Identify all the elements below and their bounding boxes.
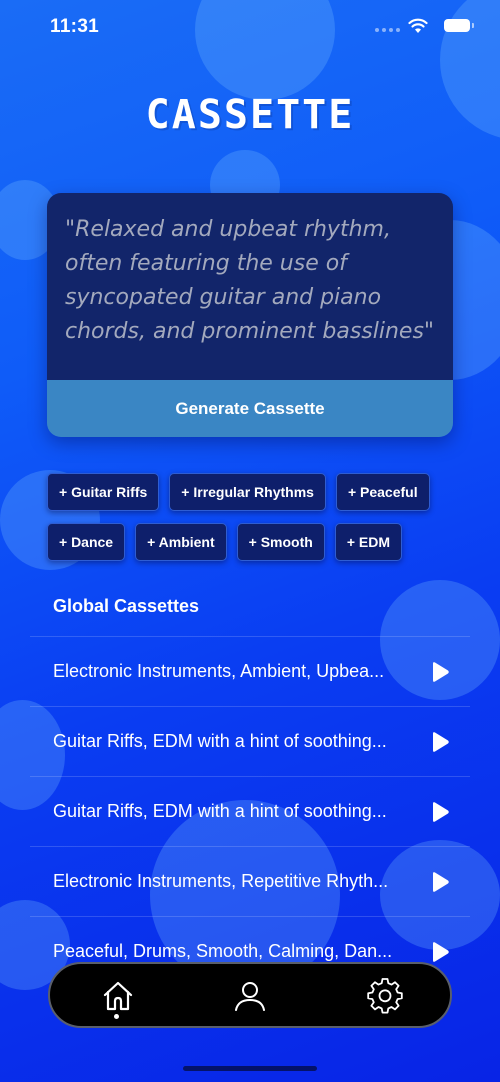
active-tab-indicator	[114, 1014, 119, 1019]
play-icon[interactable]	[430, 801, 450, 823]
tag-chip-ambient[interactable]: + Ambient	[135, 523, 227, 561]
tag-chip-dance[interactable]: + Dance	[47, 523, 126, 561]
home-icon[interactable]	[98, 976, 138, 1016]
list-item[interactable]: Guitar Riffs, EDM with a hint of soothin…	[30, 776, 470, 846]
prompt-input[interactable]: "Relaxed and upbeat rhythm, often featur…	[47, 193, 453, 380]
battery-icon	[444, 19, 474, 32]
app-screen: 11:31 CASSETTE "Relaxed and upbeat rhyth…	[0, 0, 500, 1082]
tag-chip-smooth[interactable]: + Smooth	[236, 523, 325, 561]
tag-chip-edm[interactable]: + EDM	[334, 523, 402, 561]
generate-cassette-button[interactable]: Generate Cassette	[47, 380, 453, 437]
tag-chip-row: + Dance + Ambient + Smooth + EDM	[47, 523, 402, 561]
play-icon[interactable]	[430, 661, 450, 683]
list-item[interactable]: Electronic Instruments, Ambient, Upbea..…	[30, 636, 470, 706]
play-icon[interactable]	[430, 731, 450, 753]
cassette-title: Guitar Riffs, EDM with a hint of soothin…	[53, 731, 387, 751]
cellular-signal-icon	[375, 28, 400, 32]
play-icon[interactable]	[430, 871, 450, 893]
wifi-icon	[408, 18, 428, 33]
section-title-global-cassettes: Global Cassettes	[53, 596, 200, 616]
cassette-title: Guitar Riffs, EDM with a hint of soothin…	[53, 801, 387, 821]
list-item[interactable]: Guitar Riffs, EDM with a hint of soothin…	[30, 706, 470, 776]
tag-chip-irregular-rhythms[interactable]: + Irregular Rhythms	[169, 473, 326, 511]
list-item[interactable]: Electronic Instruments, Repetitive Rhyth…	[30, 846, 470, 916]
status-bar: 11:31	[0, 0, 500, 56]
settings-icon[interactable]	[365, 976, 405, 1016]
cassette-title: Electronic Instruments, Ambient, Upbea..…	[53, 661, 385, 681]
cassette-list: Electronic Instruments, Ambient, Upbea..…	[30, 636, 470, 986]
profile-icon[interactable]	[230, 976, 270, 1016]
prompt-card: "Relaxed and upbeat rhythm, often featur…	[47, 193, 453, 437]
home-indicator	[183, 1066, 317, 1071]
tag-chip-guitar-riffs[interactable]: + Guitar Riffs	[47, 473, 160, 511]
tab-bar	[48, 962, 452, 1028]
cassette-title: Electronic Instruments, Repetitive Rhyth…	[53, 871, 389, 891]
app-logo: CASSETTE	[145, 92, 355, 138]
play-icon[interactable]	[430, 941, 450, 963]
tag-chip-peaceful[interactable]: + Peaceful	[335, 473, 430, 511]
cassette-title: Peaceful, Drums, Smooth, Calming, Dan...	[53, 941, 393, 961]
status-time: 11:31	[50, 16, 100, 37]
tag-chip-row: + Guitar Riffs + Irregular Rhythms + Pea…	[47, 473, 430, 511]
